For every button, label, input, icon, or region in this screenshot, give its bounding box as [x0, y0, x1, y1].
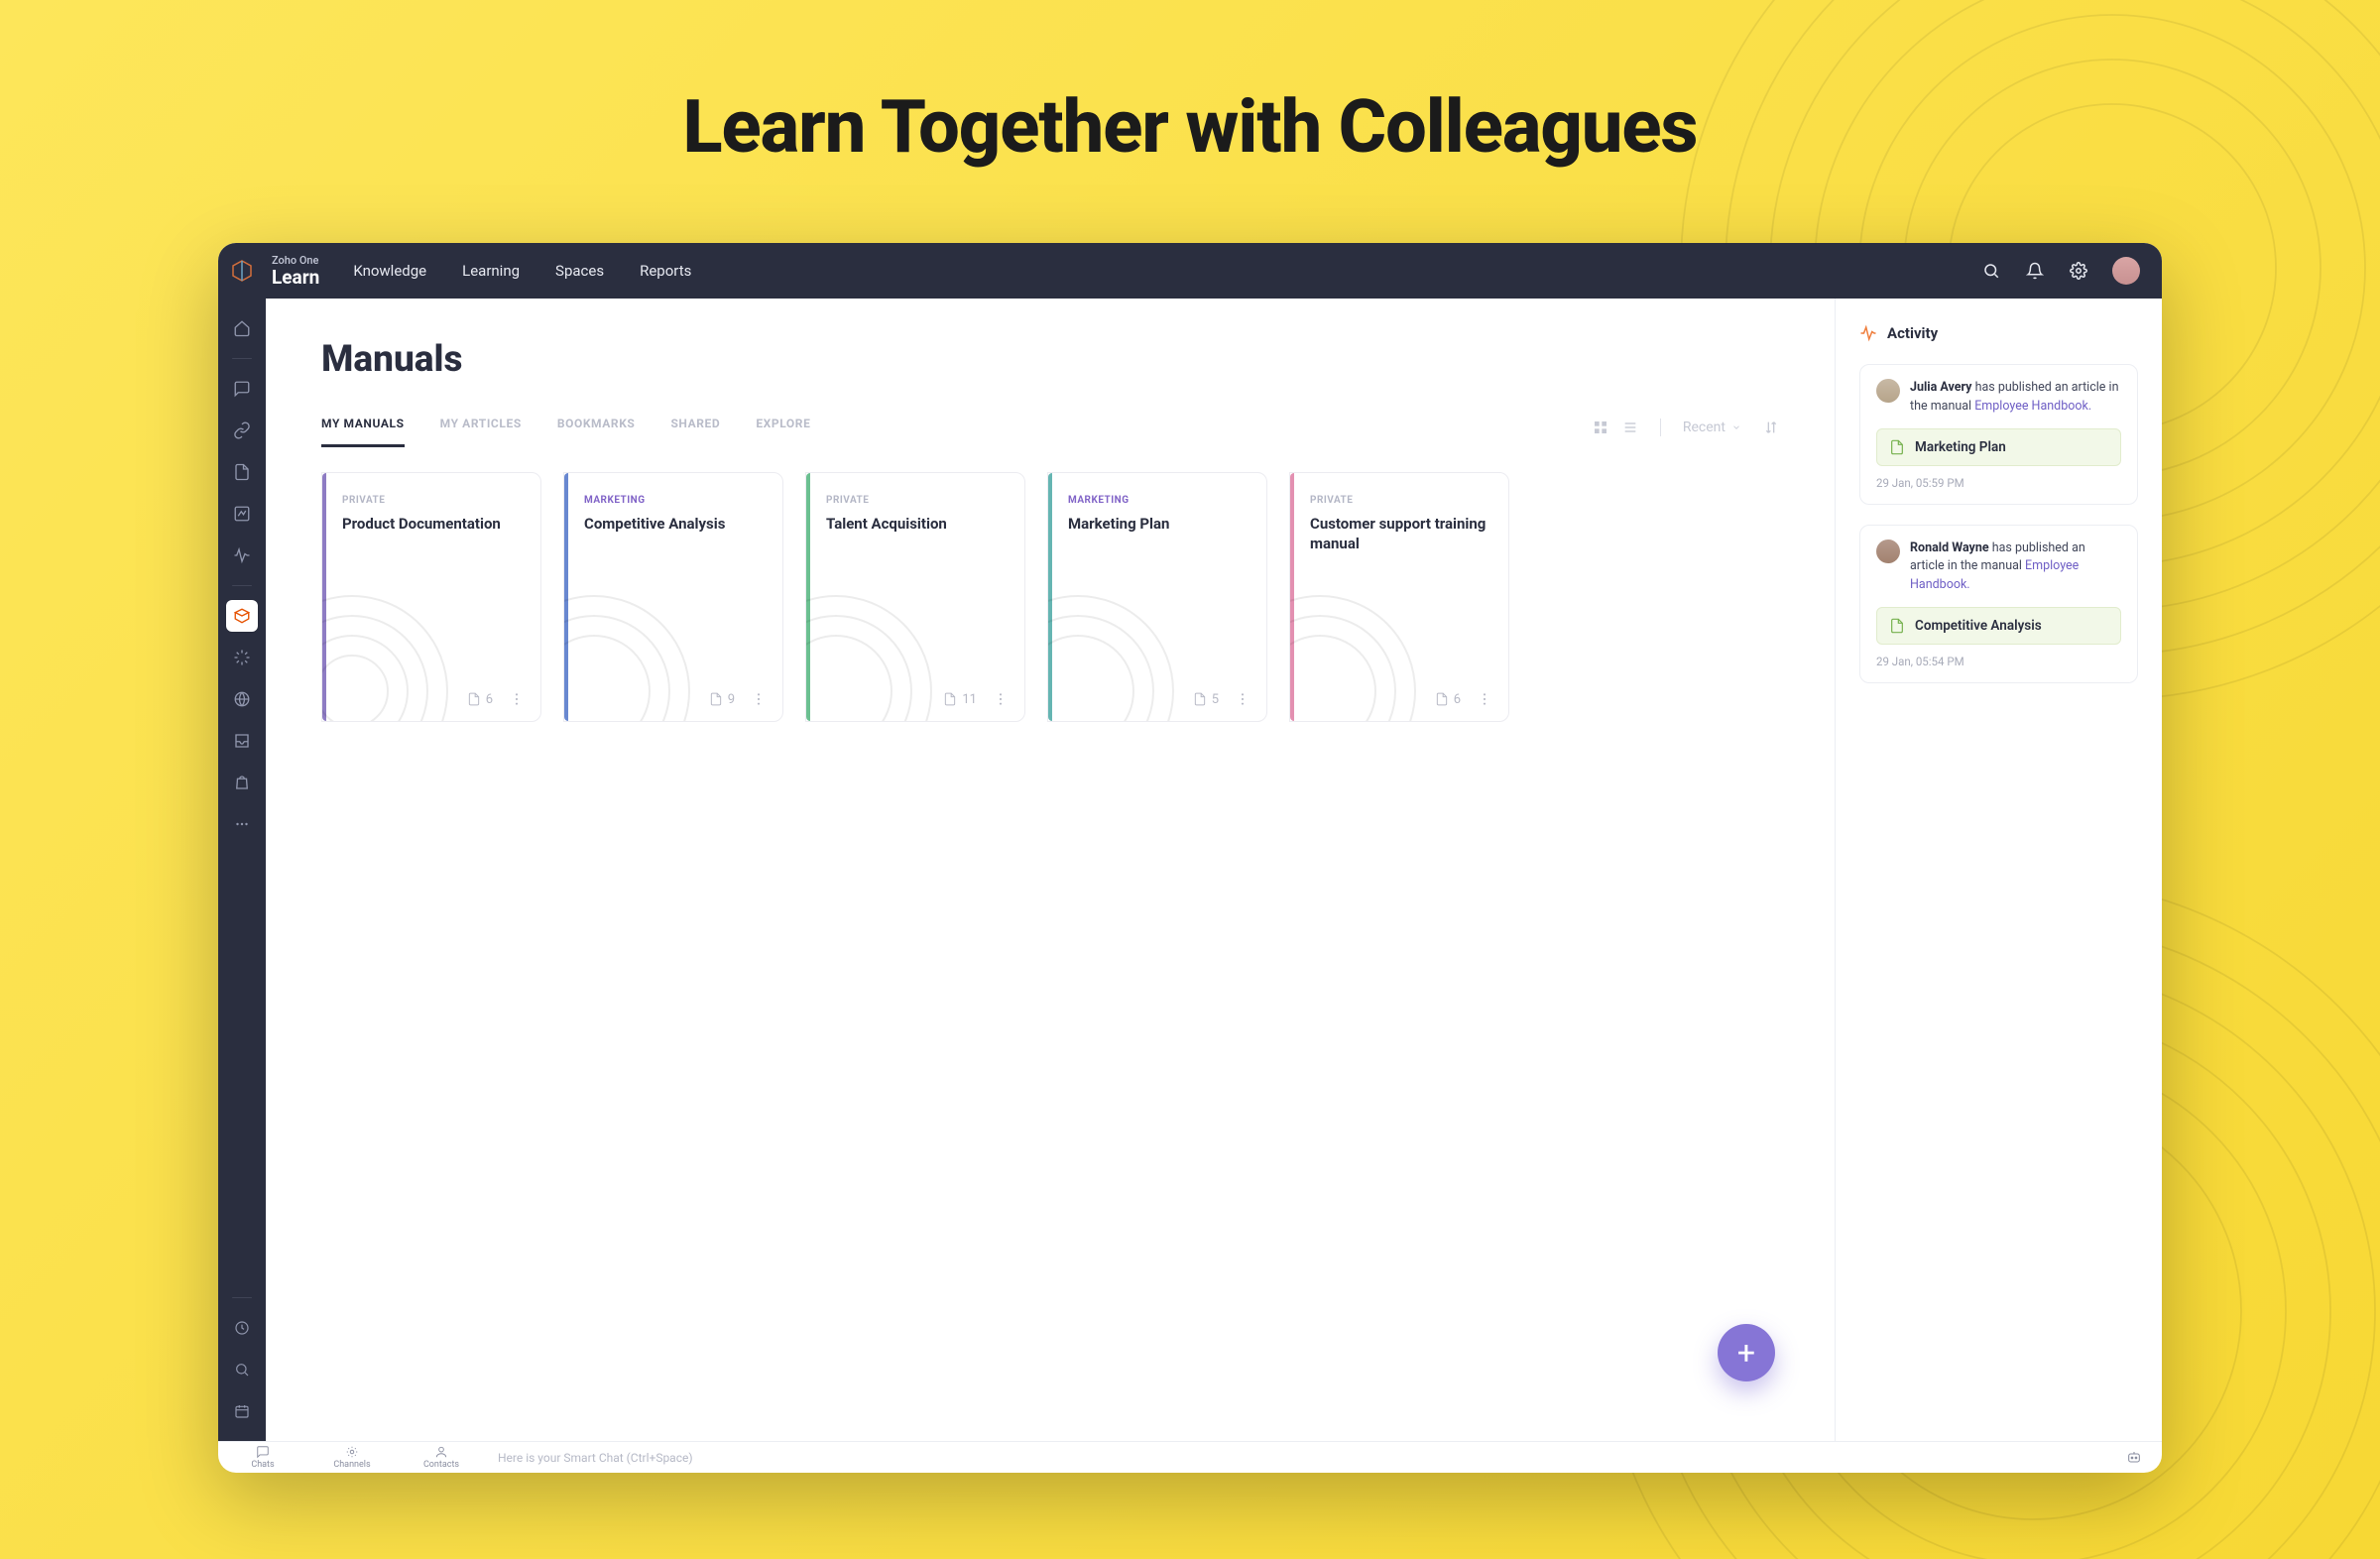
manual-tag: MARKETING: [584, 495, 767, 506]
manual-tag: MARKETING: [1068, 495, 1250, 506]
sort-dropdown[interactable]: Recent: [1683, 420, 1741, 435]
list-view-icon[interactable]: [1622, 420, 1638, 435]
activity-panel: Activity Julia Avery has published an ar…: [1835, 299, 2162, 1441]
manual-title: Talent Acquisition: [826, 514, 1009, 534]
manual-card[interactable]: MARKETING Competitive Analysis 9: [563, 472, 783, 722]
tab-shared[interactable]: SHARED: [670, 417, 720, 447]
activity-text: Ronald Wayne has published an article in…: [1910, 540, 2121, 595]
smart-chat-input[interactable]: Here is your Smart Chat (Ctrl+Space): [498, 1451, 693, 1465]
manual-article-count: 9: [709, 692, 735, 707]
rail-divider: [232, 358, 252, 359]
sort-label: Recent: [1683, 420, 1726, 435]
manual-more-icon[interactable]: [993, 691, 1009, 707]
manual-tag: PRIVATE: [1310, 495, 1492, 506]
rail-sparkle-icon[interactable]: [226, 642, 258, 673]
rail-inbox-icon[interactable]: [226, 725, 258, 757]
user-avatar[interactable]: [2112, 257, 2140, 285]
app-header: Zoho One Learn Knowledge Learning Spaces…: [218, 243, 2162, 299]
footer-contacts[interactable]: Contacts: [397, 1445, 486, 1470]
manual-article-count: 5: [1193, 692, 1219, 707]
manual-more-icon[interactable]: [751, 691, 767, 707]
nav-learning[interactable]: Learning: [462, 262, 520, 280]
rail-pulse-icon[interactable]: [226, 540, 258, 571]
manual-card[interactable]: PRIVATE Talent Acquisition 11: [805, 472, 1025, 722]
manual-title: Marketing Plan: [1068, 514, 1250, 534]
rail-globe-icon[interactable]: [226, 683, 258, 715]
manual-card[interactable]: PRIVATE Customer support training manual…: [1289, 472, 1509, 722]
nav-reports[interactable]: Reports: [640, 262, 691, 280]
brand-suite: Zoho One: [272, 255, 319, 266]
tab-explore[interactable]: EXPLORE: [756, 417, 810, 447]
toolbar-divider: [1660, 419, 1661, 436]
activity-manual-link[interactable]: Employee Handbook.: [1974, 399, 2091, 414]
grid-view-icon[interactable]: [1593, 420, 1608, 435]
rail-divider: [232, 1297, 252, 1298]
rail-note-icon[interactable]: [226, 456, 258, 488]
tabs-row: MY MANUALS MY ARTICLES BOOKMARKS SHARED …: [321, 417, 1779, 448]
activity-item[interactable]: Ronald Wayne has published an article in…: [1859, 525, 2138, 683]
rail-more-icon[interactable]: [226, 808, 258, 840]
manual-card[interactable]: PRIVATE Product Documentation 6: [321, 472, 541, 722]
manual-title: Competitive Analysis: [584, 514, 767, 534]
gear-icon[interactable]: [2069, 261, 2088, 281]
left-rail: [218, 299, 266, 1441]
activity-heading: Activity: [1887, 324, 1938, 342]
brand-name: Learn: [272, 268, 319, 287]
brand-block: Zoho One Learn: [272, 255, 319, 287]
activity-doc-chip[interactable]: Competitive Analysis: [1876, 607, 2121, 645]
manual-more-icon[interactable]: [1235, 691, 1250, 707]
promo-headline: Learn Together with Colleagues: [0, 84, 2380, 171]
activity-text: Julia Avery has published an article in …: [1910, 379, 2121, 417]
tab-bookmarks[interactable]: BOOKMARKS: [557, 417, 636, 447]
manual-more-icon[interactable]: [1477, 691, 1492, 707]
manual-tag: PRIVATE: [826, 495, 1009, 506]
rail-bag-icon[interactable]: [226, 767, 258, 798]
page-title: Manuals: [321, 338, 1779, 381]
activity-avatar: [1876, 540, 1900, 563]
activity-avatar: [1876, 379, 1900, 403]
activity-item[interactable]: Julia Avery has published an article in …: [1859, 364, 2138, 505]
app-logo-icon[interactable]: [218, 243, 266, 299]
activity-doc-label: Marketing Plan: [1915, 439, 2006, 455]
sort-direction-icon[interactable]: [1763, 420, 1779, 435]
manual-tag: PRIVATE: [342, 495, 525, 506]
rail-link-icon[interactable]: [226, 415, 258, 446]
rail-clock-icon[interactable]: [226, 1312, 258, 1344]
activity-icon: [1859, 324, 1877, 342]
nav-knowledge[interactable]: Knowledge: [353, 262, 426, 280]
main-content: Manuals MY MANUALS MY ARTICLES BOOKMARKS…: [266, 299, 1835, 1441]
rail-chat-icon[interactable]: [226, 373, 258, 405]
manual-title: Product Documentation: [342, 514, 525, 534]
activity-doc-label: Competitive Analysis: [1915, 618, 2042, 634]
nav-spaces[interactable]: Spaces: [555, 262, 604, 280]
manual-article-count: 11: [943, 692, 977, 707]
rail-calendar-icon[interactable]: [226, 1395, 258, 1427]
search-icon[interactable]: [1981, 261, 2001, 281]
manual-more-icon[interactable]: [509, 691, 525, 707]
footer-assistant-icon[interactable]: [2126, 1450, 2162, 1466]
rail-home-icon[interactable]: [226, 312, 258, 344]
rail-learn-icon[interactable]: [226, 600, 258, 632]
activity-doc-chip[interactable]: Marketing Plan: [1876, 428, 2121, 466]
tab-my-articles[interactable]: MY ARTICLES: [440, 417, 522, 447]
add-manual-fab[interactable]: +: [1718, 1324, 1775, 1381]
activity-timestamp: 29 Jan, 05:59 PM: [1876, 476, 2121, 490]
rail-analytics-icon[interactable]: [226, 498, 258, 530]
footer-bar: Chats Channels Contacts Here is your Sma…: [218, 1441, 2162, 1473]
tab-my-manuals[interactable]: MY MANUALS: [321, 417, 405, 447]
rail-search2-icon[interactable]: [226, 1354, 258, 1385]
app-window: Zoho One Learn Knowledge Learning Spaces…: [218, 243, 2162, 1473]
footer-channels[interactable]: Channels: [307, 1445, 397, 1470]
bell-icon[interactable]: [2025, 261, 2045, 281]
footer-chats[interactable]: Chats: [218, 1445, 307, 1470]
activity-timestamp: 29 Jan, 05:54 PM: [1876, 655, 2121, 668]
manual-card[interactable]: MARKETING Marketing Plan 5: [1047, 472, 1267, 722]
manual-article-count: 6: [467, 692, 493, 707]
manual-title: Customer support training manual: [1310, 514, 1492, 554]
manuals-grid: PRIVATE Product Documentation 6 MARKETIN…: [321, 472, 1779, 722]
manual-article-count: 6: [1435, 692, 1461, 707]
rail-divider: [232, 585, 252, 586]
